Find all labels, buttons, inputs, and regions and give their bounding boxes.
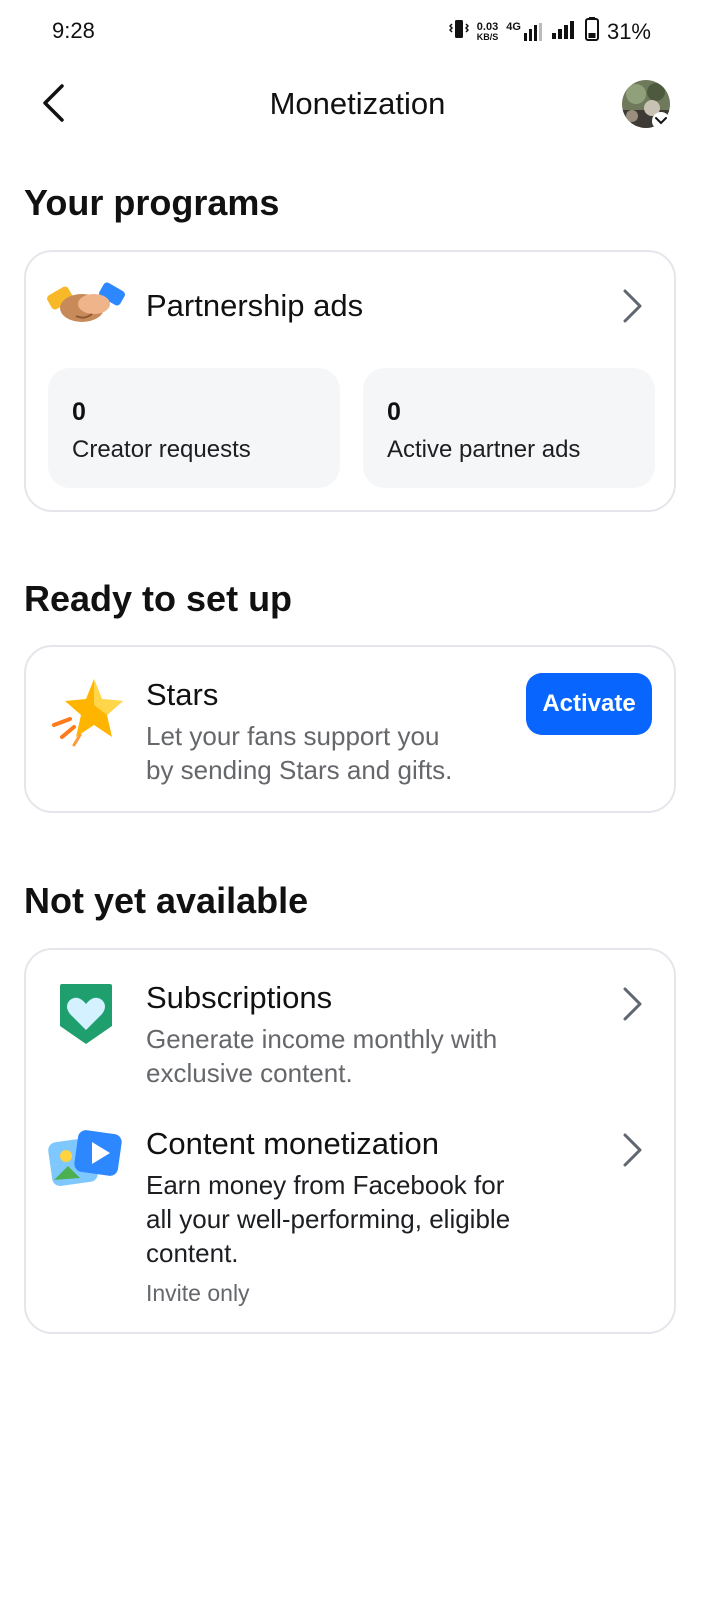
- invite-only-note: Invite only: [146, 1280, 250, 1306]
- signal-icon: [551, 19, 577, 45]
- subscriptions-row[interactable]: Subscriptions Generate income monthly wi…: [26, 950, 674, 1100]
- stars-title: Stars: [146, 677, 219, 712]
- chevron-right-icon: [618, 1130, 648, 1170]
- media-play-icon: [48, 1126, 124, 1195]
- stat-label: Creator requests: [72, 436, 251, 463]
- account-switch-chevron[interactable]: [652, 112, 670, 130]
- network-type-label: 4G: [506, 21, 521, 33]
- vibrate-icon: [448, 18, 469, 46]
- section-heading-not-yet-available: Not yet available: [24, 880, 309, 921]
- handshake-icon: [46, 276, 126, 337]
- battery-icon: [584, 17, 599, 47]
- subscriptions-description-line1: Generate income monthly with: [146, 1024, 498, 1054]
- heart-badge-icon: [58, 982, 114, 1051]
- stat-active-partner-ads: 0 Active partner ads: [363, 368, 655, 488]
- not-yet-available-card: Subscriptions Generate income monthly wi…: [24, 948, 676, 1334]
- chevron-right-icon: [618, 984, 648, 1024]
- net-speed-value: 0.03: [476, 21, 499, 33]
- partnership-ads-title: Partnership ads: [146, 288, 364, 323]
- content-monetization-title: Content monetization: [146, 1126, 439, 1161]
- content-monetization-description-line3: content.: [146, 1238, 239, 1268]
- chevron-down-icon: [655, 112, 667, 130]
- net-speed: 0.03 KB/S: [476, 21, 499, 43]
- stars-description-line1: Let your fans support you: [146, 721, 440, 751]
- section-heading-ready-to-set-up: Ready to set up: [24, 578, 293, 619]
- page-title: Monetization: [269, 86, 446, 121]
- activate-button[interactable]: Activate: [526, 673, 652, 735]
- content-monetization-row[interactable]: Content monetization Earn money from Fac…: [26, 1110, 674, 1320]
- partnership-ads-card: Partnership ads 0 Creator requests 0 Act…: [24, 250, 676, 512]
- network-type-icon: 4G: [506, 21, 543, 41]
- status-time: 9:28: [52, 18, 95, 43]
- subscriptions-description-line2: exclusive content.: [146, 1058, 353, 1088]
- content-monetization-description-line2: all your well-performing, eligible: [146, 1204, 511, 1234]
- stars-card: Stars Let your fans support you by sendi…: [24, 645, 676, 813]
- section-heading-your-programs: Your programs: [24, 182, 280, 223]
- content-monetization-description-line1: Earn money from Facebook for: [146, 1170, 505, 1200]
- stat-value: 0: [387, 398, 401, 426]
- stat-label: Active partner ads: [387, 436, 581, 463]
- status-icons: 0.03 KB/S 4G 31%: [448, 17, 651, 47]
- subscriptions-title: Subscriptions: [146, 980, 333, 1015]
- star-icon: [48, 675, 126, 752]
- net-speed-unit: KB/S: [476, 32, 499, 42]
- battery-percent: 31%: [606, 19, 651, 44]
- chevron-right-icon: [618, 286, 648, 326]
- stat-creator-requests: 0 Creator requests: [48, 368, 340, 488]
- partnership-ads-row[interactable]: Partnership ads: [26, 252, 674, 356]
- stars-description-line2: by sending Stars and gifts.: [146, 755, 453, 785]
- stat-value: 0: [72, 398, 86, 426]
